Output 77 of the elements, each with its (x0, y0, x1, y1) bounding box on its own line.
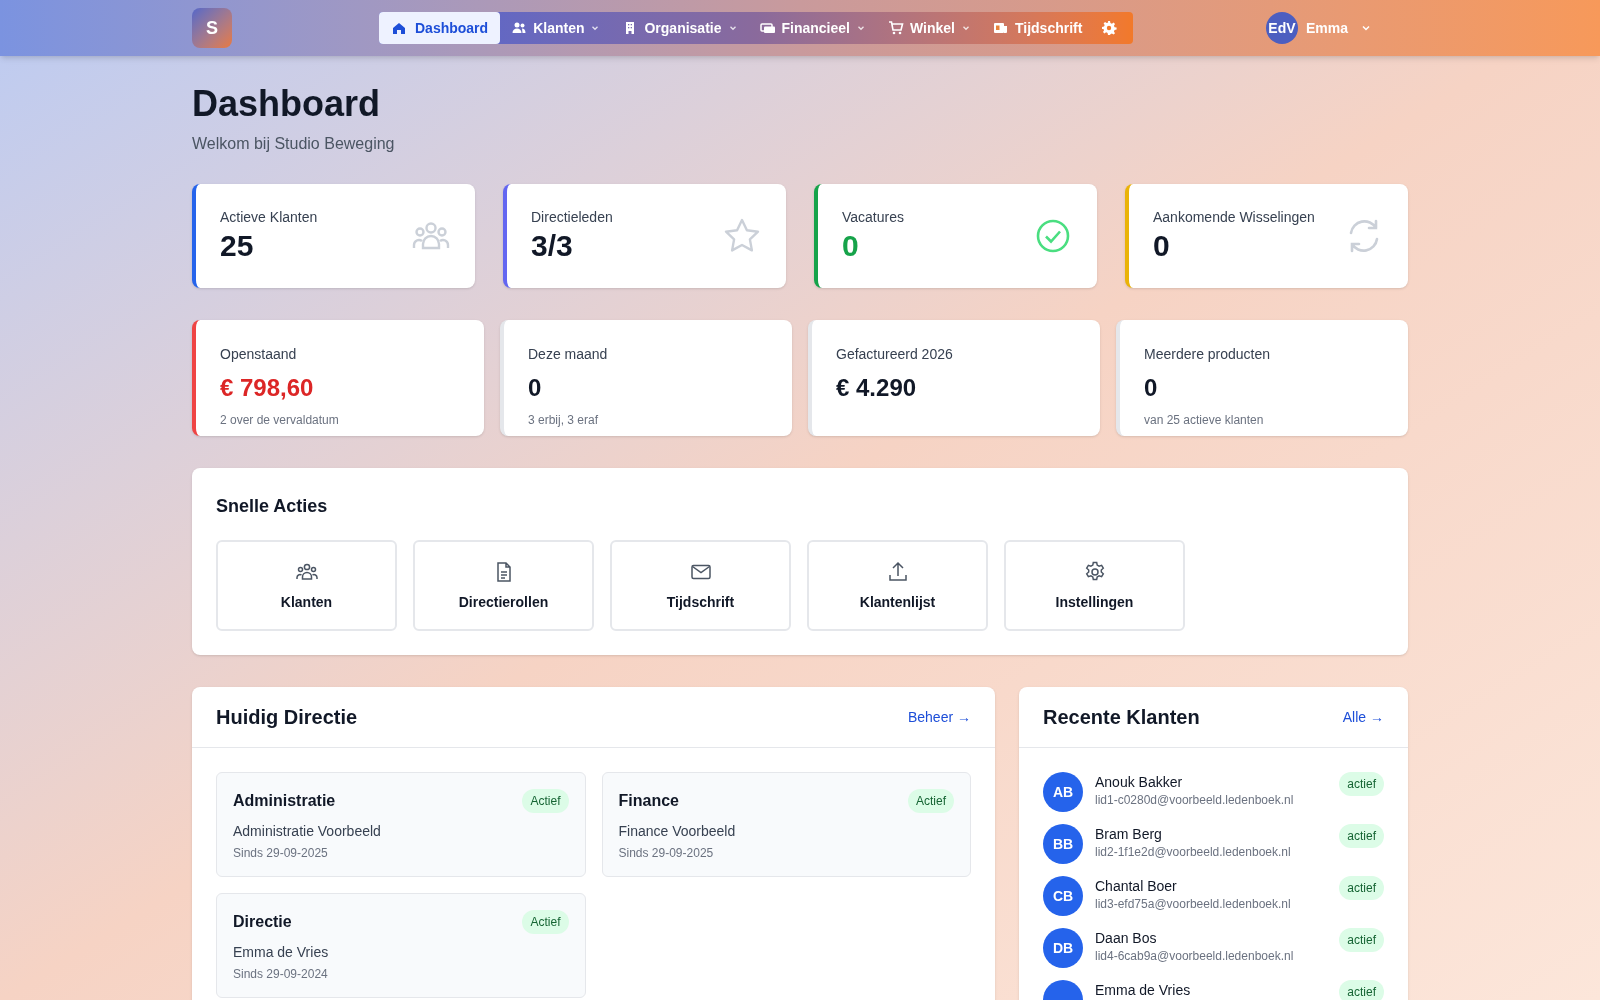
status-badge: actief (1339, 980, 1384, 1000)
status-badge: actief (1339, 824, 1384, 848)
stat-label: Actieve Klanten (220, 208, 319, 228)
client-email: lid3-efd75a@voorbeeld.ledenboek.nl (1095, 896, 1292, 912)
users-icon (511, 20, 528, 36)
user-name: Emma (1305, 19, 1348, 38)
finance-value: 0 (528, 373, 543, 403)
cart-icon (887, 20, 904, 36)
finance-label: Gefactureerd 2026 (836, 345, 954, 364)
quick-action-button[interactable]: Instellingen (1004, 540, 1185, 631)
stat-value: 3/3 (531, 228, 574, 265)
stat-value: 25 (220, 228, 255, 265)
nav-tab[interactable]: Organisatie (611, 12, 749, 44)
status-badge: Actief (908, 789, 954, 813)
nav-tab[interactable]: Winkel (876, 12, 982, 44)
finance-value: € 4.290 (836, 373, 918, 403)
settings-icon (1101, 20, 1118, 36)
status-badge: Actief (522, 910, 569, 934)
manage-link[interactable]: Beheer → (907, 707, 971, 727)
client-email: lid1-c0280d@voorbeeld.ledenboek.nl (1095, 792, 1295, 808)
page-title: Dashboard (192, 84, 382, 124)
client-name: Daan Bos (1095, 929, 1158, 948)
status-badge: actief (1339, 928, 1384, 952)
finance-label: Meerdere producten (1144, 345, 1272, 364)
quick-action-button[interactable]: Tijdschrift (610, 540, 791, 631)
quick-action-button[interactable]: Klantenlijst (807, 540, 988, 631)
finance-label: Openstaand (220, 345, 298, 364)
page-subtitle: Welkom bij Studio Beweging (192, 134, 396, 154)
client-email: lid4-6cab9a@voorbeeld.ledenboek.nl (1095, 948, 1295, 964)
stat-label: Vacatures (842, 208, 905, 228)
client-avatar: CB (1043, 876, 1083, 916)
role-title: Directie (233, 912, 292, 932)
nav-tab[interactable]: Dashboard (379, 12, 501, 44)
status-badge: actief (1339, 772, 1384, 796)
stat-value: 0 (1153, 228, 1171, 265)
client-email: lid2-1f1e2d@voorbeeld.ledenboek.nl (1095, 844, 1292, 860)
section-title: Snelle Acties (216, 495, 329, 518)
client-name: Chantal Boer (1095, 877, 1178, 896)
user-avatar: EdV (1265, 12, 1298, 44)
stat-label: Aankomende Wisselingen (1153, 208, 1316, 228)
brand-logo[interactable]: S (192, 8, 232, 48)
all-link[interactable]: Alle → (1342, 707, 1384, 727)
panel-title: Recente Klanten (1043, 705, 1200, 730)
quick-action-button[interactable]: Klanten (216, 540, 397, 631)
finance-value: 0 (1144, 373, 1159, 403)
finance-note: 2 over de vervaldatum (220, 412, 340, 428)
role-title: Administratie (233, 791, 336, 811)
finance-label: Deze maand (528, 345, 609, 364)
client-avatar: AB (1043, 772, 1083, 812)
home-icon (391, 20, 407, 36)
client-avatar: DB (1043, 928, 1083, 968)
client-name: Bram Berg (1095, 825, 1163, 844)
role-holder: Emma de Vries (233, 943, 330, 962)
stat-value: 0 (842, 228, 860, 265)
status-badge: Actief (522, 789, 569, 813)
user-menu[interactable]: EdV Emma (1265, 12, 1372, 44)
since-date: Sinds 29-09-2024 (233, 966, 329, 982)
status-badge: actief (1339, 876, 1384, 900)
client-avatar: BB (1043, 824, 1083, 864)
role-holder: Administratie Voorbeeld (233, 822, 382, 841)
since-date: Sinds 29-09-2025 (233, 845, 329, 861)
finance-note: 3 erbij, 3 eraf (528, 412, 600, 428)
client-name: Anouk Bakker (1095, 773, 1184, 792)
stat-label: Directieleden (531, 208, 614, 228)
finance-note: van 25 actieve klanten (1144, 412, 1265, 428)
quick-action-button[interactable]: Directierollen (413, 540, 594, 631)
nav-tab[interactable]: Financieel (748, 12, 877, 44)
cards-icon (759, 20, 776, 36)
role-title: Finance (618, 791, 679, 811)
nav-tab[interactable]: Tijdschrift (981, 12, 1094, 44)
nav-tab[interactable]: Klanten (500, 12, 612, 44)
client-name: Emma de Vries (1095, 981, 1192, 1000)
since-date: Sinds 29-09-2025 (618, 845, 715, 861)
newspaper-icon (992, 20, 1009, 36)
role-holder: Finance Voorbeeld (618, 822, 737, 841)
finance-value: € 798,60 (220, 373, 315, 403)
panel-title: Huidig Directie (216, 705, 358, 730)
